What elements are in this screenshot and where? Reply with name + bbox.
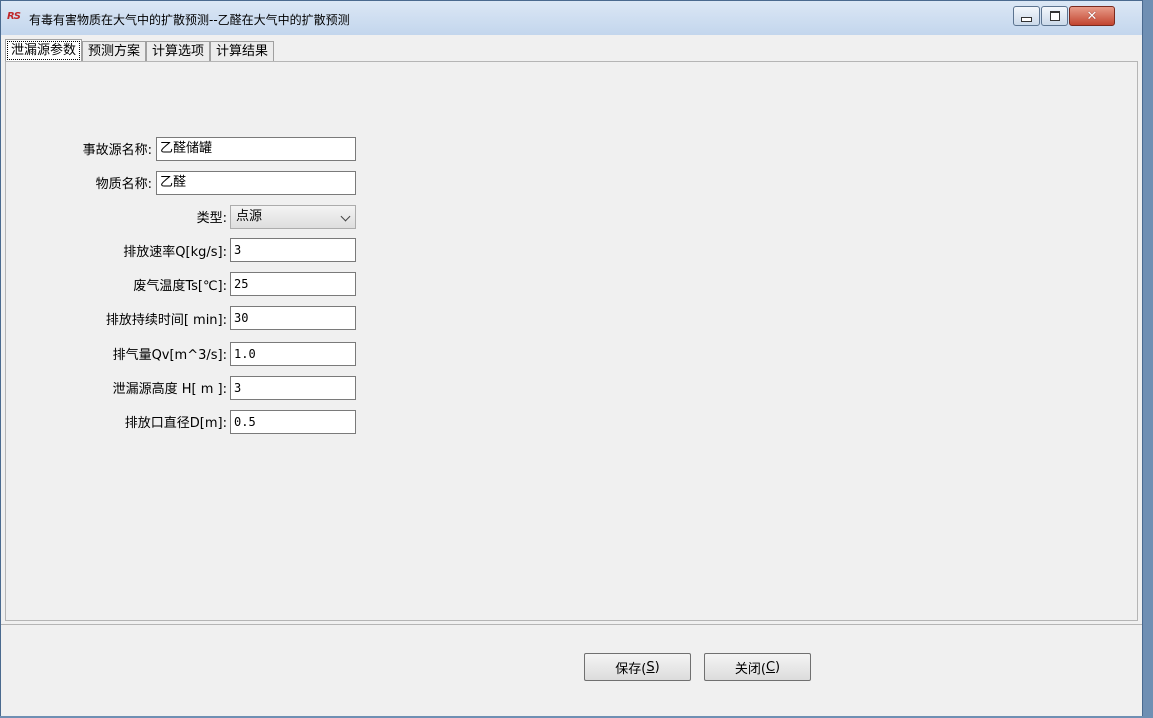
close-icon: ✕ bbox=[1086, 8, 1098, 24]
maximize-icon bbox=[1049, 11, 1060, 21]
close-button[interactable]: 关闭(C) bbox=[704, 653, 811, 681]
type-select-value: 点源 bbox=[236, 209, 263, 224]
source-height-input[interactable]: 3 bbox=[230, 376, 356, 400]
save-button-label: 保存( bbox=[615, 661, 647, 677]
client-area: 泄漏源参数 预测方案 计算选项 计算结果 事故源名称: 乙醛储罐 物质名称: 乙… bbox=[1, 35, 1142, 716]
tab-panel: 事故源名称: 乙醛储罐 物质名称: 乙醛 类型: 点源 排放速率Q[kg/s]:… bbox=[5, 61, 1138, 621]
close-button-accel: C bbox=[765, 659, 776, 675]
gas-volume-label: 排气量Qv[m^3/s]: bbox=[112, 348, 227, 363]
app-logo-icon: RS bbox=[7, 11, 21, 22]
duration-label: 排放持续时间[ min]: bbox=[105, 313, 227, 328]
tab-calc-results[interactable]: 计算结果 bbox=[210, 41, 275, 62]
maximize-button[interactable] bbox=[1041, 6, 1068, 26]
tab-bar: 泄漏源参数 预测方案 计算选项 计算结果 bbox=[5, 39, 275, 62]
close-button-label-end: ) bbox=[775, 659, 781, 675]
close-button-label: 关闭( bbox=[734, 661, 766, 677]
gas-temperature-label: 废气温度Ts[℃]: bbox=[133, 279, 227, 294]
close-window-button[interactable]: ✕ bbox=[1069, 6, 1115, 26]
save-button-accel: S bbox=[646, 659, 655, 675]
accident-source-label: 事故源名称: bbox=[82, 143, 152, 158]
accident-source-input[interactable]: 乙醛储罐 bbox=[156, 137, 356, 161]
tab-leak-source-params[interactable]: 泄漏源参数 bbox=[5, 39, 83, 62]
title-bar[interactable]: RS 有毒有害物质在大气中的扩散预测--乙醛在大气中的扩散预测 ✕ bbox=[1, 1, 1142, 35]
outlet-diameter-input[interactable]: 0.5 bbox=[230, 410, 356, 434]
outlet-diameter-label: 排放口直径D[m]: bbox=[124, 416, 227, 431]
emission-rate-label: 排放速率Q[kg/s]: bbox=[123, 245, 227, 260]
main-window: RS 有毒有害物质在大气中的扩散预测--乙醛在大气中的扩散预测 ✕ 泄漏源参数 … bbox=[0, 0, 1143, 716]
tab-calc-options[interactable]: 计算选项 bbox=[146, 41, 211, 62]
source-height-label: 泄漏源高度 H[ m ]: bbox=[112, 382, 227, 397]
gas-volume-input[interactable]: 1.0 bbox=[230, 342, 356, 366]
substance-name-label: 物质名称: bbox=[95, 177, 152, 192]
save-button-label-end: ) bbox=[654, 659, 660, 675]
minimize-icon bbox=[1021, 16, 1032, 22]
type-label: 类型: bbox=[196, 211, 227, 226]
duration-input[interactable]: 30 bbox=[230, 306, 356, 330]
gas-temperature-input[interactable]: 25 bbox=[230, 272, 356, 296]
emission-rate-input[interactable]: 3 bbox=[230, 238, 356, 262]
minimize-button[interactable] bbox=[1013, 6, 1040, 26]
type-select[interactable]: 点源 bbox=[230, 205, 356, 229]
save-button[interactable]: 保存(S) bbox=[584, 653, 691, 681]
footer-divider bbox=[1, 624, 1142, 625]
window-title: 有毒有害物质在大气中的扩散预测--乙醛在大气中的扩散预测 bbox=[29, 13, 350, 27]
tab-prediction-plan[interactable]: 预测方案 bbox=[82, 41, 147, 62]
chevron-down-icon bbox=[340, 211, 351, 222]
substance-name-input[interactable]: 乙醛 bbox=[156, 171, 356, 195]
